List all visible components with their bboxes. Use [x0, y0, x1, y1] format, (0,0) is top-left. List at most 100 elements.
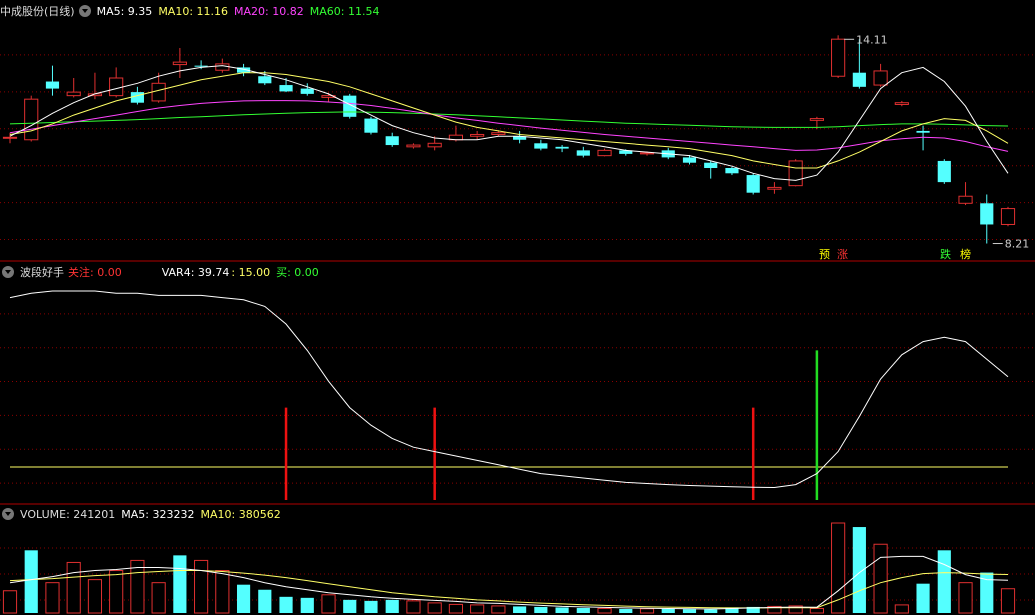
- stock-title[interactable]: 中成股份(日线): [0, 5, 75, 18]
- volume-bar-up: [427, 602, 442, 614]
- volume-bar-down: [704, 609, 718, 613]
- candle-body-down: [534, 143, 548, 149]
- volume-bar-up: [87, 579, 103, 614]
- candle-body-up: [788, 160, 803, 187]
- ma60-label: MA60: 11.54: [309, 5, 380, 18]
- volume-bar-up: [109, 570, 124, 614]
- candle-body-up: [24, 98, 39, 141]
- candle-body-up: [958, 195, 973, 204]
- candle-body-down: [937, 160, 951, 183]
- badge-die: 跌: [940, 248, 951, 261]
- volume-bar-up: [151, 582, 166, 614]
- volume-bar-down: [937, 550, 951, 613]
- candle-body-down: [576, 150, 590, 156]
- volume-bar-up: [66, 561, 81, 614]
- candle-body-down: [682, 157, 697, 163]
- candle-body-down: [852, 72, 866, 87]
- high-price-label: 14.11: [856, 33, 888, 46]
- price-panel[interactable]: 14.11 8.21: [2, 33, 1029, 251]
- volume-bar-down: [236, 584, 251, 613]
- volume-bar-up: [597, 607, 612, 614]
- buy-label: 买: 0.00: [276, 266, 319, 279]
- ma20-label: MA20: 10.82: [234, 5, 304, 18]
- volume-bar-up: [2, 590, 18, 614]
- volume-bar-up: [1000, 588, 1016, 614]
- volume-bar-up: [958, 582, 973, 614]
- candle-body-down: [385, 136, 399, 146]
- focus-label: 关注: 0.00: [68, 266, 122, 279]
- price-panel-header: 中成股份(日线) MA5: 9.35 MA10: 11.16 MA20: 10.82 M…: [0, 3, 385, 19]
- volume-bar-down: [258, 589, 272, 613]
- dropdown-icon[interactable]: [2, 266, 14, 278]
- candle-body-down: [258, 76, 272, 84]
- candle-body-down: [364, 118, 378, 133]
- volume-bar-up: [406, 600, 421, 614]
- volume-bar-up: [321, 594, 336, 614]
- ma60-line: [9, 111, 1009, 128]
- candle-body-up: [215, 63, 230, 71]
- volume-bar-up: [215, 570, 230, 614]
- candle-body-up: [831, 38, 846, 77]
- candle-body-down: [704, 162, 718, 168]
- volume-bar-up: [470, 604, 485, 614]
- var4-line: [9, 290, 1009, 489]
- volume-bar-down: [364, 600, 378, 613]
- candle-body-down: [555, 146, 569, 149]
- volume-panel-header: VOLUME: 241201 MA5: 323232 MA10: 380562: [0, 506, 287, 522]
- candle-body-up: [873, 70, 888, 86]
- candle-body-up: [809, 118, 824, 121]
- volume-label: VOLUME: 241201: [20, 508, 116, 521]
- ma10-label: MA10: 11.16: [158, 5, 229, 18]
- candle-body-down: [343, 95, 357, 117]
- indicator-panel[interactable]: [9, 290, 1009, 500]
- candle-body-down: [725, 168, 739, 174]
- candle-body-up: [151, 82, 166, 102]
- candle-body-down: [300, 88, 314, 94]
- volume-bar-down: [576, 607, 590, 613]
- volume-bar-down: [661, 608, 675, 613]
- candle-body-up: [427, 142, 442, 148]
- volume-bar-down: [385, 599, 399, 613]
- volume-bar-down: [279, 596, 293, 613]
- candle-body-down: [279, 85, 293, 92]
- indicator-title[interactable]: 波段好手: [20, 266, 64, 279]
- badge-bang: 榜: [960, 248, 971, 261]
- volume-bar-down: [513, 606, 527, 613]
- volume-bar-down: [619, 608, 633, 613]
- volume-bar-up: [639, 608, 655, 614]
- candle-body-up: [109, 77, 124, 97]
- volume-bar-down: [343, 599, 357, 613]
- volume-bar-down: [852, 527, 866, 613]
- candle-body-up: [470, 133, 485, 137]
- candle-body-down: [916, 130, 930, 133]
- volume-bar-up: [873, 543, 888, 614]
- candle-body-up: [406, 144, 421, 148]
- candle-body-up: [767, 186, 782, 190]
- candle-body-up: [894, 102, 909, 105]
- volume-bar-up: [894, 604, 909, 614]
- volume-bar-down: [534, 606, 548, 613]
- candle-body-up: [1000, 208, 1016, 225]
- volume-bar-up: [45, 582, 60, 614]
- volume-bar-up: [194, 559, 209, 614]
- candle-body-up: [66, 91, 81, 97]
- dropdown-icon[interactable]: [2, 508, 14, 520]
- ma5-label: MA5: 9.35: [96, 5, 153, 18]
- volume-bar-down: [24, 550, 38, 613]
- indicator-panel-header: 波段好手 关注: 0.00 VAR4: 39.74: 15.00 买: 0.00: [0, 264, 325, 280]
- volume-bar-down: [916, 583, 930, 613]
- candle-body-down: [980, 203, 994, 225]
- volume-bar-up: [809, 607, 824, 614]
- vol-ma10-label: MA10: 380562: [200, 508, 281, 521]
- volume-bar-up: [448, 603, 463, 614]
- candle-body-up: [491, 132, 506, 135]
- stock-chart[interactable]: 14.11 8.21: [0, 0, 1035, 615]
- volume-bar-down: [173, 555, 187, 613]
- candle-body-down: [746, 175, 760, 193]
- volume-bar-down: [682, 609, 697, 613]
- volume-bar-down: [555, 607, 569, 613]
- var4-label: VAR4: 39.74: [161, 266, 230, 279]
- candle-body-down: [130, 92, 144, 103]
- vol-ma5-label: MA5: 323232: [121, 508, 195, 521]
- dropdown-icon[interactable]: [78, 5, 91, 17]
